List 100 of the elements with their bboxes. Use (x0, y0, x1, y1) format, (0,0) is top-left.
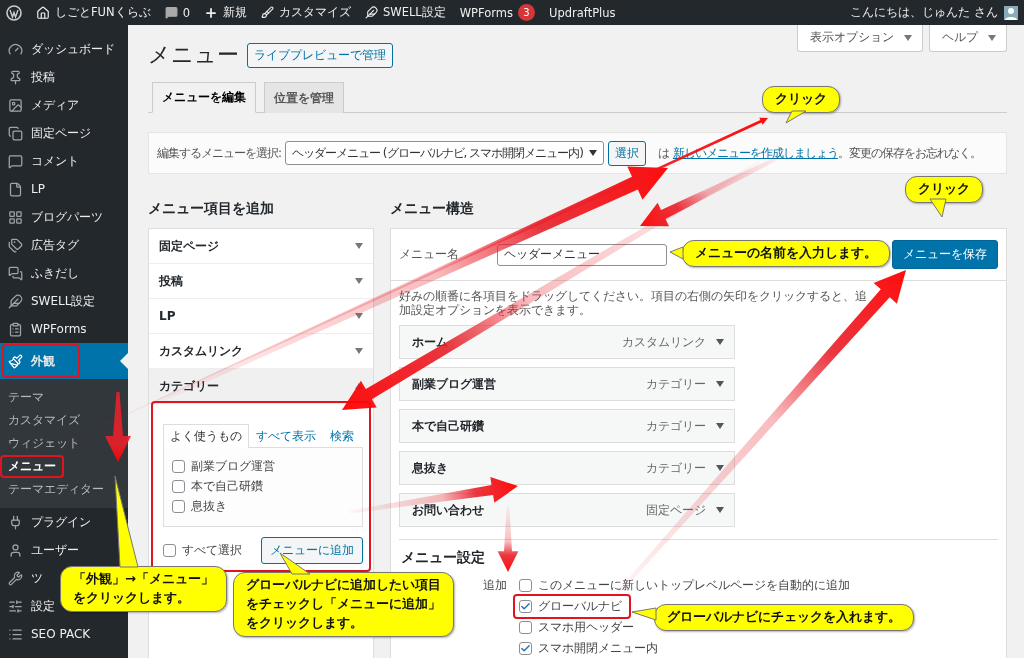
submenu-item[interactable]: テーマ (0, 386, 52, 409)
sidebar-item[interactable]: 固定ページ (0, 119, 97, 147)
instructions-text: 好みの順番に各項目をドラッグしてください。項目の右側の矢印をクリックすると、追加設定オプションを表示できます。 (399, 289, 868, 317)
sliders-icon (8, 598, 23, 614)
file-icon (8, 181, 23, 197)
admin-bar-link[interactable]: 0 (182, 5, 190, 20)
menu-item-title: お問い合わせ (412, 501, 484, 519)
sidebar-item[interactable]: 外観 (0, 343, 128, 379)
checkbox-label: すべて選択 (182, 542, 242, 559)
feather-icon (364, 6, 378, 19)
feather-icon (8, 293, 23, 309)
sidebar-item[interactable]: ふきだし (0, 259, 85, 287)
checkbox[interactable] (172, 500, 185, 513)
checkbox-label: 本で自己研鑽 (191, 478, 263, 495)
note-text: 。変更の保存をお忘れなく。 (837, 144, 981, 162)
wordpress-logo-icon[interactable] (6, 4, 22, 21)
submenu-item[interactable]: メニュー (0, 455, 64, 478)
tab[interactable]: メニューを編集 (152, 82, 256, 113)
callout: グローバルナビに追加したい項目 をチェックし「メニューに追加」 をクリックします。 (233, 572, 454, 637)
menu-item[interactable]: 副業ブログ運営 カテゴリー (399, 367, 735, 401)
checkbox-label: グローバルナビ (538, 598, 622, 615)
sidebar-item[interactable]: ユーザー (0, 536, 85, 564)
admin-bar-link[interactable]: SWELL設定 (382, 5, 446, 20)
note-text: は (657, 144, 669, 162)
sidebar-item[interactable]: 投稿 (0, 63, 61, 91)
select-button[interactable]: 選択 (607, 140, 646, 166)
caret-icon (904, 34, 912, 41)
sidebar-item[interactable]: SEO PACK (0, 620, 97, 648)
callout-tail (280, 553, 310, 574)
screen-option-button[interactable]: ヘルプ (929, 25, 1007, 52)
panel-tab[interactable]: すべて表示 (249, 424, 323, 448)
sidebar-item[interactable]: 設定 (0, 592, 61, 620)
plus-icon (203, 5, 218, 20)
menu-item[interactable]: 息抜き カテゴリー (399, 451, 735, 485)
menu-select[interactable]: ヘッダーメニュー (グローバルナビ, スマホ開閉メニュー内) (285, 141, 604, 165)
checkbox-label: 副業ブログ運営 (191, 458, 275, 475)
checkbox[interactable] (172, 460, 185, 473)
save-menu-button[interactable]: メニューを保存 (892, 240, 998, 269)
menu-item[interactable]: 本で自己研鑽 カテゴリー (399, 409, 735, 443)
admin-bar-link[interactable]: 新規 (222, 5, 247, 20)
menu-item-type: カテゴリー (646, 459, 706, 477)
field-label: メニュー名 (399, 246, 459, 263)
caret-icon (716, 381, 724, 387)
menu-item[interactable]: お問い合わせ 固定ページ (399, 493, 735, 527)
sidebar-item[interactable]: ツ (0, 564, 49, 592)
sidebar-item[interactable]: SWELL設定 (0, 287, 102, 315)
admin-bar-link[interactable]: UpdraftPlus (549, 5, 616, 20)
sidebar-item[interactable]: メディア (0, 91, 85, 119)
panel-tab[interactable]: 検索 (323, 424, 361, 448)
checkbox-label: スマホ開閉メニュー内 (538, 640, 658, 657)
caret-icon (716, 423, 724, 429)
caret-icon (355, 243, 363, 249)
admin-bar-link[interactable]: カスタマイズ (278, 5, 351, 20)
menu-item-title: 息抜き (412, 459, 448, 477)
menu-item[interactable]: ホーム カスタムリンク (399, 325, 735, 359)
sidebar-item[interactable]: WPForms (0, 315, 93, 343)
callout-tail (786, 111, 806, 123)
pin-icon (8, 69, 23, 85)
sidebar-item[interactable]: ブログパーツ (0, 203, 109, 231)
brush-icon (8, 353, 23, 369)
submenu-item[interactable]: カスタマイズ (0, 409, 88, 432)
caret-icon (716, 339, 724, 345)
checkbox[interactable] (163, 544, 176, 557)
grid-icon (8, 209, 23, 225)
menu-item-type: カテゴリー (646, 375, 706, 393)
checkbox[interactable] (519, 579, 532, 592)
comment-icon (164, 6, 178, 19)
sidebar-item[interactable]: LP (0, 175, 51, 203)
pages-icon (8, 125, 23, 141)
callout-tail (670, 247, 683, 260)
comment-icon (8, 153, 23, 169)
tab[interactable]: 位置を管理 (264, 82, 344, 113)
home-icon (36, 5, 50, 20)
submenu-item[interactable]: ウィジェット (0, 432, 88, 455)
greeting-text[interactable]: こんにちは、じゅんた さん (850, 5, 998, 20)
sidebar-item[interactable]: ダッシュボード (0, 35, 121, 63)
screen-option-button[interactable]: 表示オプション (797, 25, 923, 52)
brush-icon (260, 6, 274, 19)
callout-tail (632, 606, 656, 620)
checkbox[interactable] (519, 600, 532, 613)
sidebar-item[interactable]: 広告タグ (0, 231, 85, 259)
sidebar-item[interactable]: プラグイン (0, 508, 97, 536)
checkbox[interactable] (519, 621, 532, 634)
checkbox[interactable] (519, 642, 532, 655)
section-heading: メニュー項目を追加 (148, 200, 274, 218)
submenu-item[interactable]: テーマエディター (0, 478, 112, 501)
caret-icon (716, 465, 724, 471)
plug-icon (8, 514, 23, 530)
add-to-menu-button[interactable]: メニューに追加 (261, 537, 363, 564)
chat-bubbles-icon (8, 265, 23, 281)
panel-tab[interactable]: よく使うもの (163, 424, 249, 448)
checkbox[interactable] (172, 480, 185, 493)
caret-icon (355, 348, 363, 354)
live-preview-button[interactable]: ライブプレビューで管理 (247, 42, 393, 68)
menu-item-type: 固定ページ (646, 501, 706, 519)
gauge-icon (8, 41, 23, 57)
list-icon (8, 626, 23, 642)
admin-bar-link[interactable]: しごとFUNくらぶ (55, 5, 151, 20)
admin-bar-link[interactable]: WPForms (459, 5, 513, 20)
sidebar-item[interactable]: コメント (0, 147, 85, 175)
